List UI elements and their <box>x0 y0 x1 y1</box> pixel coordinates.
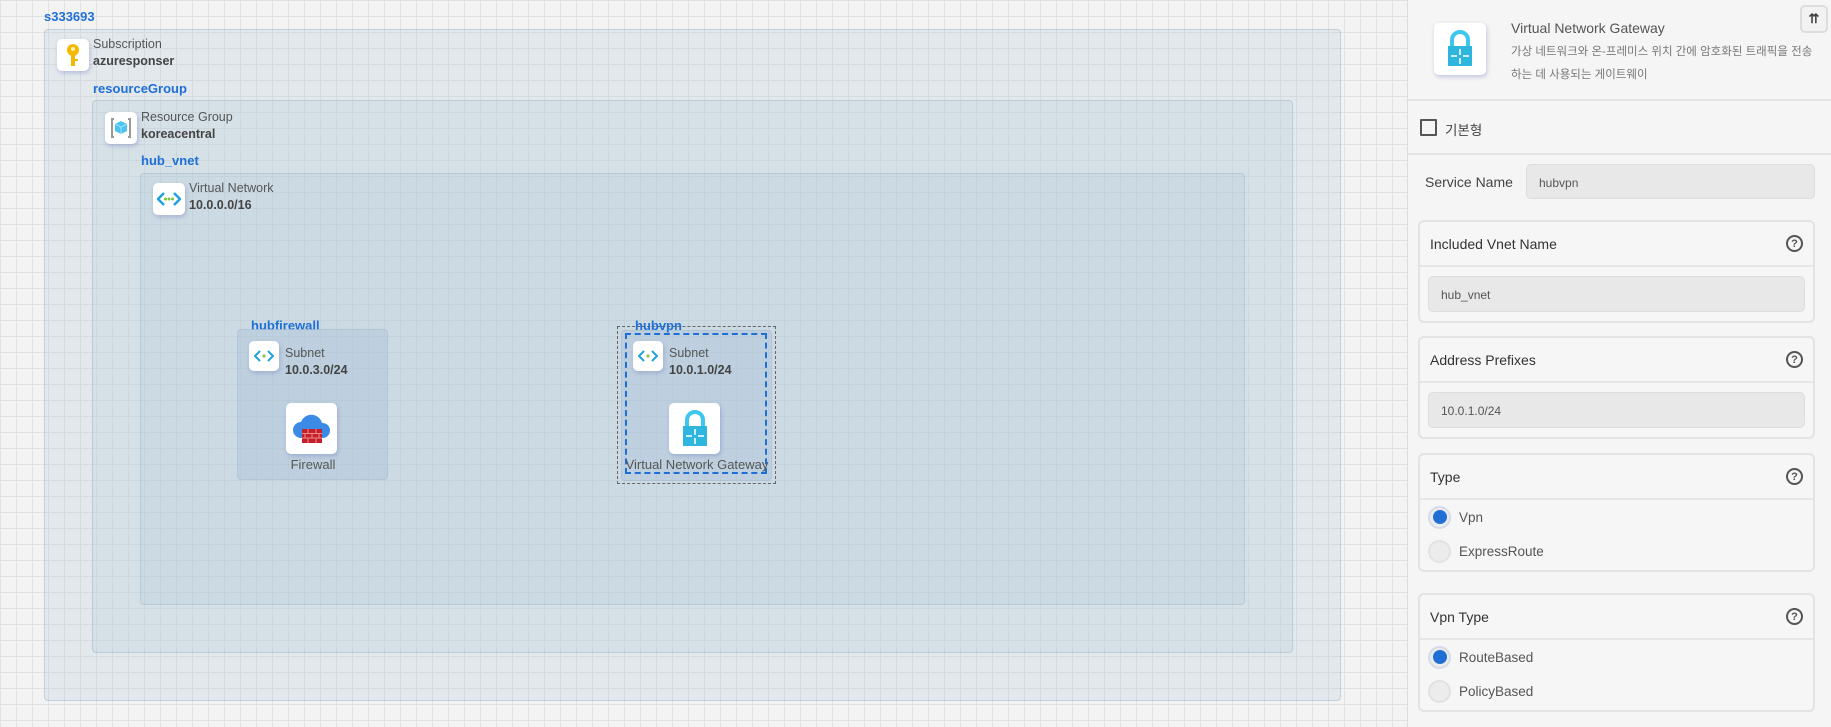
radio-button[interactable] <box>1428 679 1451 703</box>
subnet-icon <box>249 341 279 371</box>
node-name: azuresponser <box>93 54 175 68</box>
radio-routebased[interactable]: RouteBased <box>1420 640 1813 674</box>
radio-label: RouteBased <box>1459 649 1534 665</box>
node-name: koreacentral <box>141 127 216 141</box>
section-title: Included Vnet Name <box>1430 235 1557 252</box>
resource-group-icon <box>105 112 137 144</box>
section-title: Vpn Type <box>1430 608 1489 625</box>
vpn-gateway-lock-icon <box>1434 23 1486 75</box>
vnet-name-input[interactable]: hub_vnet <box>1428 276 1805 312</box>
subnet-label: hubvpn <box>635 318 682 333</box>
panel-description: 가상 네트워크와 온-프레미스 위치 간에 암호화된 트래픽을 전송하는 데 사… <box>1511 46 1813 81</box>
basic-checkbox[interactable] <box>1420 119 1437 136</box>
collapse-top-button[interactable]: ⇈ <box>1800 5 1828 33</box>
node-type: Subnet <box>285 346 325 360</box>
node-type: Resource Group <box>141 110 233 124</box>
node-cidr: 10.0.3.0/24 <box>285 363 348 377</box>
vpn-gateway-lock-icon[interactable] <box>669 403 720 454</box>
radio-expressroute[interactable]: ExpressRoute <box>1420 534 1813 568</box>
subnet-node[interactable]: Subnet 10.0.1.0/24 <box>669 345 732 379</box>
radio-button[interactable] <box>1428 539 1451 563</box>
radio-label: PolicyBased <box>1459 683 1534 699</box>
subscription-group-label: s333693 <box>44 9 95 24</box>
radio-button-checked[interactable] <box>1428 505 1451 529</box>
properties-panel: Virtual Network Gateway 가상 네트워크와 온-프레미스 … <box>1407 0 1831 727</box>
type-section: Type? Vpn ExpressRoute <box>1418 453 1815 572</box>
resource-group-node[interactable]: Resource Group koreacentral <box>141 109 233 143</box>
resource-group-label: resourceGroup <box>93 81 187 96</box>
address-prefixes-section: Address Prefixes? 10.0.1.0/24 <box>1418 336 1815 439</box>
vnet-label: hub_vnet <box>141 153 199 168</box>
section-title: Address Prefixes <box>1430 351 1536 368</box>
vnet-name-section: Included Vnet Name? hub_vnet <box>1418 220 1815 323</box>
section-title: Type <box>1430 468 1461 485</box>
radio-label: ExpressRoute <box>1459 543 1544 559</box>
key-icon <box>57 39 89 71</box>
node-cidr: 10.0.0.0/16 <box>189 198 252 212</box>
basic-checkbox-label: 기본형 <box>1445 123 1483 138</box>
help-icon[interactable]: ? <box>1786 608 1803 625</box>
resource-label: Firewall <box>290 457 336 472</box>
subnet-icon <box>633 341 663 371</box>
node-type: Virtual Network <box>189 181 274 195</box>
radio-button-checked[interactable] <box>1428 645 1451 669</box>
subnet-node[interactable]: Subnet 10.0.3.0/24 <box>285 345 348 379</box>
panel-title: Virtual Network Gateway <box>1511 20 1665 36</box>
service-name-input[interactable]: hubvpn <box>1526 164 1815 199</box>
vnet-node[interactable]: Virtual Network 10.0.0.0/16 <box>189 180 274 214</box>
radio-label: Vpn <box>1459 509 1484 525</box>
node-cidr: 10.0.1.0/24 <box>669 363 732 377</box>
help-icon[interactable]: ? <box>1786 235 1803 252</box>
help-icon[interactable]: ? <box>1786 468 1803 485</box>
vpn-type-section: Vpn Type? RouteBased PolicyBased <box>1418 593 1815 712</box>
subscription-node[interactable]: Subscription azuresponser <box>93 36 174 70</box>
node-type: Subscription <box>93 37 162 51</box>
firewall-icon[interactable] <box>286 403 337 454</box>
resource-label: Virtual Network Gateway <box>625 457 769 472</box>
virtual-network-icon <box>153 183 185 215</box>
help-icon[interactable]: ? <box>1786 351 1803 368</box>
address-prefixes-input[interactable]: 10.0.1.0/24 <box>1428 392 1805 428</box>
radio-policybased[interactable]: PolicyBased <box>1420 674 1813 708</box>
node-type: Subnet <box>669 346 709 360</box>
radio-vpn[interactable]: Vpn <box>1420 500 1813 534</box>
service-name-label: Service Name <box>1425 174 1513 190</box>
